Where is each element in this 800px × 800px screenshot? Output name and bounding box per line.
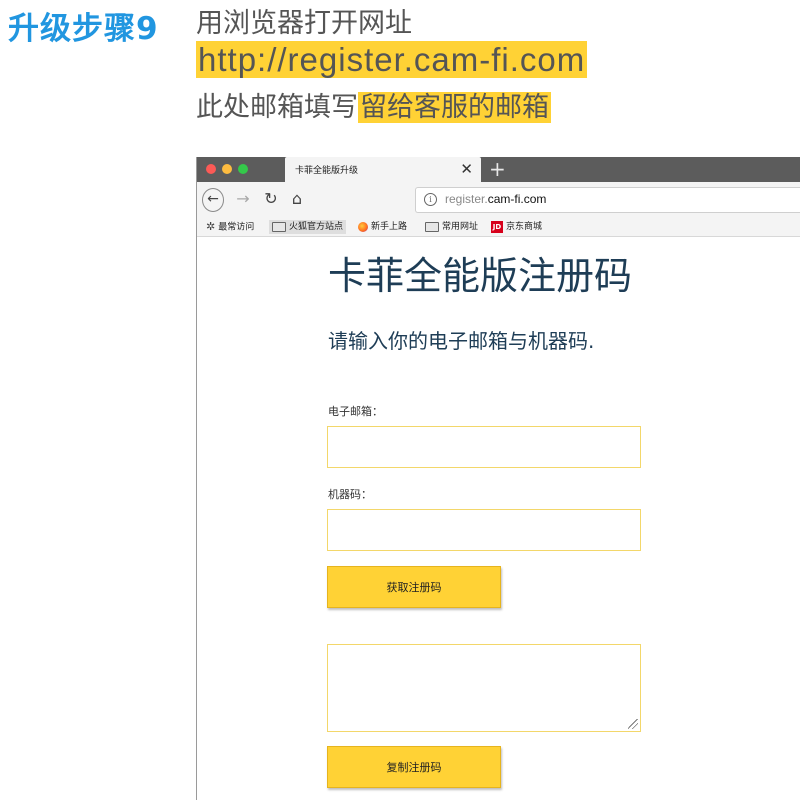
- jd-icon: JD: [491, 220, 503, 233]
- bookmark-getting-started[interactable]: 新手上路: [358, 220, 407, 234]
- bookmark-jd[interactable]: JD 京东商城: [491, 220, 542, 234]
- get-code-button[interactable]: 获取注册码: [327, 566, 501, 608]
- minimize-window-icon[interactable]: [222, 164, 232, 174]
- back-icon[interactable]: ←: [202, 188, 224, 212]
- resize-handle-icon[interactable]: [628, 719, 638, 729]
- instruction-email-prefix: 此处邮箱填写: [196, 92, 358, 123]
- instruction-line-open-browser: 用浏览器打开网址: [196, 8, 412, 39]
- machine-code-field[interactable]: [327, 509, 641, 551]
- url-bar[interactable]: i register.cam-fi.com: [415, 187, 800, 213]
- bookmark-label: 新手上路: [371, 222, 408, 232]
- close-window-icon[interactable]: [206, 164, 216, 174]
- info-icon[interactable]: i: [424, 193, 437, 206]
- tab-bar: 卡菲全能版升级 ✕ +: [197, 157, 800, 182]
- bookmark-most-visited[interactable]: ✲ 最常访问: [206, 220, 254, 235]
- browser-window: 卡菲全能版升级 ✕ + ← → ↻ ⌂ i register.cam-fi.co…: [196, 157, 800, 800]
- instruction-email-note: 此处邮箱填写留给客服的邮箱: [196, 90, 551, 126]
- page-subtitle: 请输入你的电子邮箱与机器码.: [328, 329, 595, 353]
- bookmark-label: 常用网址: [442, 222, 479, 232]
- gear-icon: ✲: [206, 220, 216, 233]
- email-field[interactable]: [327, 426, 641, 468]
- bookmark-label: 京东商城: [506, 222, 543, 232]
- instruction-url-highlight: http://register.cam-fi.com: [196, 41, 588, 78]
- url-host: cam-fi.com: [487, 192, 547, 206]
- bookmark-firefox-site[interactable]: 火狐官方站点: [269, 220, 347, 234]
- browser-tab[interactable]: 卡菲全能版升级 ✕: [285, 157, 481, 182]
- home-icon[interactable]: ⌂: [287, 188, 307, 210]
- email-label: 电子邮箱：: [328, 405, 383, 418]
- bookmark-common-sites[interactable]: 常用网址: [425, 220, 478, 234]
- bookmark-label: 火狐官方站点: [289, 222, 344, 232]
- page-title: 卡菲全能版注册码: [328, 254, 633, 298]
- instruction-url: http://register.cam-fi.com: [196, 41, 588, 78]
- copy-code-button[interactable]: 复制注册码: [327, 746, 501, 788]
- tab-close-icon[interactable]: ✕: [460, 159, 473, 179]
- tab-title: 卡菲全能版升级: [295, 166, 359, 176]
- step-title: 升级步骤9: [8, 11, 159, 47]
- new-tab-icon[interactable]: +: [489, 157, 506, 181]
- navigation-bar: ← → ↻ ⌂ i register.cam-fi.com: [197, 182, 800, 218]
- url-text[interactable]: register.cam-fi.com: [445, 192, 546, 206]
- forward-icon[interactable]: →: [233, 188, 253, 210]
- reload-icon[interactable]: ↻: [261, 188, 281, 210]
- bookmarks-bar: ✲ 最常访问 火狐官方站点 新手上路 常用网址 JD 京东商城: [197, 218, 800, 237]
- bookmark-label: 最常访问: [218, 222, 255, 233]
- folder-icon: [272, 221, 286, 232]
- machine-code-label: 机器码：: [328, 488, 372, 501]
- maximize-window-icon[interactable]: [238, 164, 248, 174]
- registration-code-textarea[interactable]: [327, 644, 641, 732]
- instruction-email-highlight: 留给客服的邮箱: [358, 92, 551, 123]
- firefox-icon: [358, 221, 368, 232]
- folder-icon: [425, 221, 439, 232]
- url-prefix: register.: [445, 192, 488, 206]
